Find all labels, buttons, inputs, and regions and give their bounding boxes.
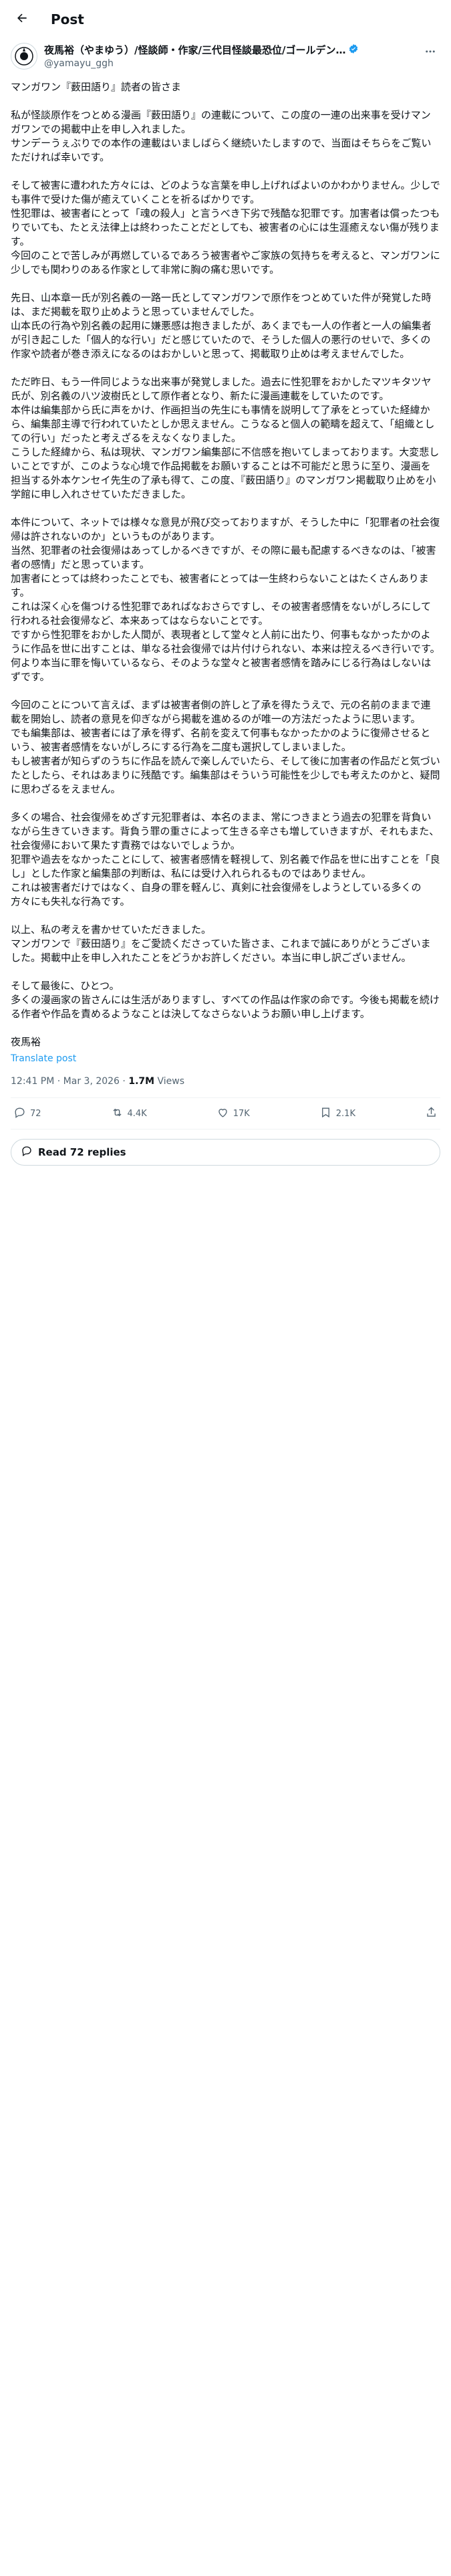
speech-bubble-icon bbox=[21, 1145, 33, 1160]
post-time[interactable]: 12:41 PM · Mar 3, 2026 bbox=[11, 1076, 120, 1087]
repost-button[interactable]: 4.4K bbox=[111, 1106, 147, 1121]
reply-count: 72 bbox=[30, 1108, 41, 1119]
like-count: 17K bbox=[233, 1108, 250, 1119]
author-meta: 夜馬裕（やまゆう）/怪談師・作家/三代目怪談最恐位/ゴールデン… @yamayu… bbox=[44, 43, 416, 69]
author-row: 夜馬裕（やまゆう）/怪談師・作家/三代目怪談最恐位/ゴールデン… @yamayu… bbox=[11, 43, 440, 70]
bookmark-count: 2.1K bbox=[335, 1108, 355, 1119]
replies-section: Read 72 replies bbox=[11, 1130, 440, 1166]
verified-badge-icon bbox=[348, 43, 359, 57]
post-body: マンガワン『薮田語り』読者の皆さま 私が怪談原作をつとめる漫画『薮田語り』の連載… bbox=[11, 81, 440, 1048]
top-bar: Post bbox=[0, 0, 451, 39]
repost-icon bbox=[111, 1106, 124, 1121]
views-count: 1.7M bbox=[128, 1076, 155, 1087]
reply-button[interactable]: 72 bbox=[13, 1106, 41, 1121]
post-timestamp: 12:41 PM · Mar 3, 2026 · 1.7M Views bbox=[11, 1076, 440, 1098]
post: 夜馬裕（やまゆう）/怪談師・作家/三代目怪談最恐位/ゴールデン… @yamayu… bbox=[0, 43, 451, 1166]
avatar[interactable] bbox=[11, 43, 37, 70]
read-replies-button[interactable]: Read 72 replies bbox=[11, 1139, 440, 1166]
share-button[interactable] bbox=[425, 1106, 438, 1121]
arrow-left-icon bbox=[15, 11, 29, 27]
repost-count: 4.4K bbox=[127, 1108, 147, 1119]
like-button[interactable]: 17K bbox=[216, 1106, 250, 1121]
page-title: Post bbox=[51, 11, 84, 27]
heart-icon bbox=[216, 1106, 229, 1121]
name-line: 夜馬裕（やまゆう）/怪談師・作家/三代目怪談最恐位/ゴールデン… bbox=[44, 43, 416, 57]
more-horizontal-icon bbox=[424, 45, 436, 60]
bookmark-button[interactable]: 2.1K bbox=[319, 1106, 355, 1121]
reply-icon bbox=[13, 1106, 26, 1121]
more-button[interactable] bbox=[420, 43, 440, 63]
bookmark-icon bbox=[319, 1106, 332, 1121]
views-label: Views bbox=[154, 1076, 185, 1087]
avatar-logo-icon bbox=[15, 47, 33, 66]
back-button[interactable] bbox=[11, 8, 33, 31]
author-handle[interactable]: @yamayu_ggh bbox=[44, 58, 416, 69]
read-replies-label: Read 72 replies bbox=[38, 1146, 126, 1158]
timestamp-separator: · bbox=[119, 1076, 129, 1087]
author-name[interactable]: 夜馬裕（やまゆう）/怪談師・作家/三代目怪談最恐位/ゴールデン… bbox=[44, 43, 345, 57]
share-icon bbox=[425, 1106, 438, 1121]
translate-post-link[interactable]: Translate post bbox=[11, 1053, 440, 1064]
action-bar: 72 4.4K 17K 2.1K bbox=[11, 1098, 440, 1130]
